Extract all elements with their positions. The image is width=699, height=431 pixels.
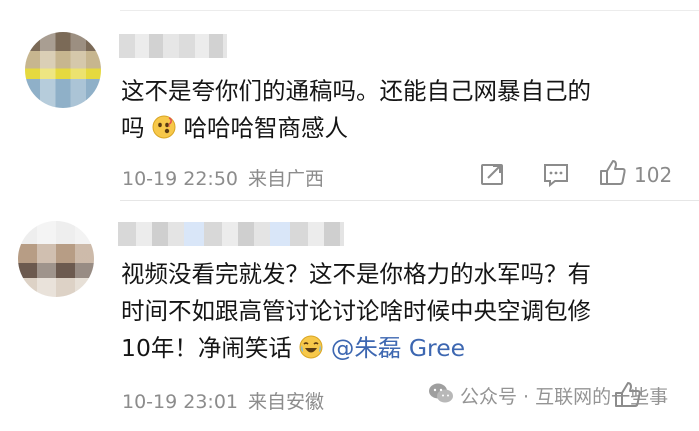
thumbs-up-icon [613,382,643,414]
comment-text: 视频没看完就发？这不是你格力的水军吗？有 时间不如跟高管讨论讨论啥时候中央空调包… [121,256,591,370]
comment-text-fragment: 10年！净闹笑话 [121,334,292,362]
comment-line: 时间不如跟高管讨论讨论啥时候中央空调包修 [121,297,591,325]
comment-divider [120,200,699,201]
comment-line: 10年！净闹笑话 @朱磊 Gree [121,330,591,370]
comment-text-fragment: 哈哈哈智商感人 [183,114,348,142]
like-button[interactable]: 102 [598,158,672,192]
comment-item: 视频没看完就发？这不是你格力的水军吗？有 时间不如跟高管讨论讨论啥时候中央空调包… [0,204,699,431]
wechat-icon [428,382,454,409]
avatar[interactable] [25,32,101,108]
user-mention-link[interactable]: @朱磊 Gree [331,334,465,362]
username-blurred[interactable] [118,222,344,246]
comment-text: 这不是夸你们的通稿吗。还能自己网暴自己的 吗 哈哈哈智商感人 [121,73,591,150]
like-count: 102 [634,163,673,187]
comment-location: 来自广西 [248,168,325,190]
comment-meta: 10-19 23:01 来自安徽 [122,387,324,414]
comment-location: 来自安徽 [248,391,325,413]
like-button[interactable] [613,380,643,414]
comment-time: 10-19 22:50 [122,168,239,190]
comment-meta: 10-19 22:50 来自广西 [122,164,324,191]
reply-icon [541,160,571,192]
comment-text-fragment: 吗 [121,114,145,142]
top-divider [120,10,699,11]
comment-item: 这不是夸你们的通稿吗。还能自己网暴自己的 吗 哈哈哈智商感人 10-19 22:… [0,14,699,200]
reply-button[interactable] [541,160,571,192]
thumbs-up-icon [598,158,628,192]
comment-line: 视频没看完就发？这不是你格力的水军吗？有 [121,260,591,288]
laughing-tears-emoji-icon [299,333,323,370]
share-icon [478,160,506,192]
avatar[interactable] [18,221,94,297]
username-blurred[interactable] [119,34,227,58]
comment-time: 10-19 23:01 [122,391,239,413]
thinking-face-emoji-icon [152,113,176,150]
share-button[interactable] [478,160,506,192]
comment-line: 吗 哈哈哈智商感人 [121,110,591,150]
comment-line: 这不是夸你们的通稿吗。还能自己网暴自己的 [121,77,591,105]
